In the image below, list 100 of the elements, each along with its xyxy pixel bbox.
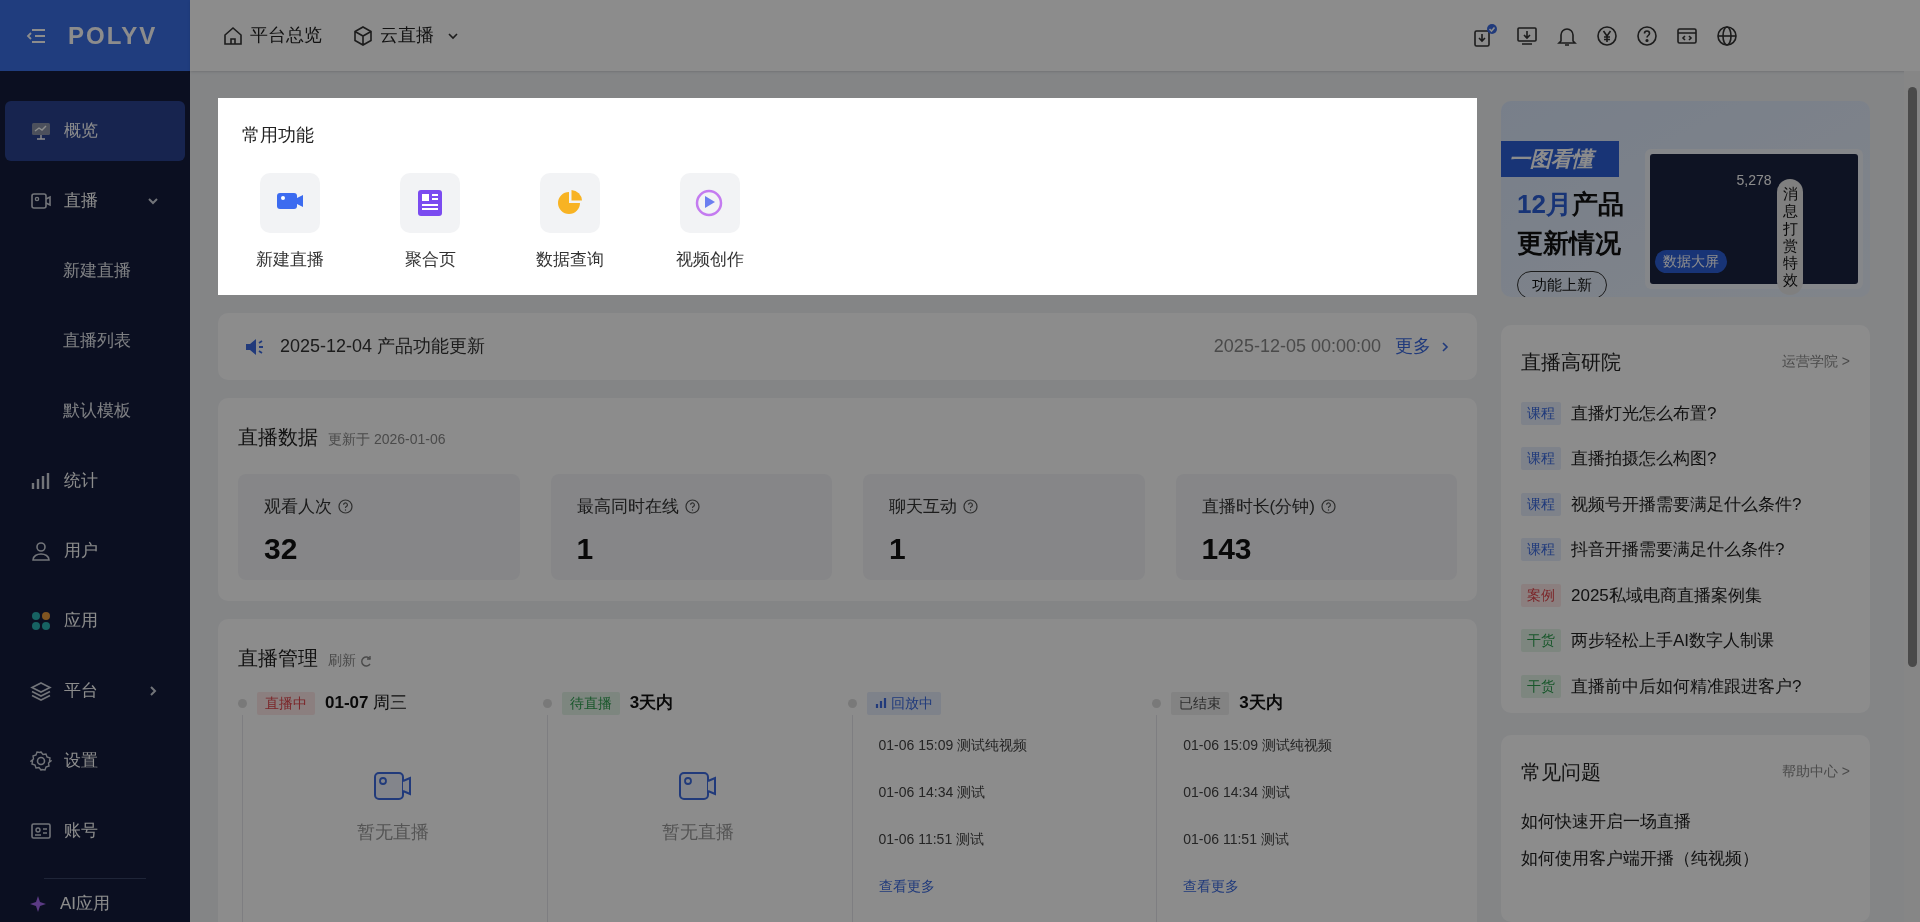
quick-action[interactable]: 聚合页 [382,173,478,273]
help-icon[interactable] [1636,24,1658,47]
live-record[interactable]: 01-06 14:34 测试 [1183,782,1457,803]
help-icon [963,499,978,515]
sidebar-item[interactable]: 账号 [5,801,185,861]
stat-value: 32 [264,530,299,567]
home-icon [222,24,244,47]
article-link[interactable]: 2025私域电商直播案例集 [1571,582,1762,609]
column-heading: 01-07 周三 [325,692,408,715]
sidebar-item[interactable]: 平台 [5,661,185,721]
sidebar-item[interactable]: 直播 [5,171,185,231]
sidebar-subitem[interactable]: 默认模板 [5,381,185,441]
live-record[interactable]: 01-06 14:34 测试 [878,782,1153,803]
article-link[interactable]: 直播前中后如何精准跟进客户? [1571,673,1802,700]
article-link[interactable]: 视频号开播需要满足什么条件? [1571,491,1802,518]
menu-icon[interactable] [26,27,46,44]
column-heading: 3天内 [629,692,674,715]
category-tag: 课程 [1521,492,1561,516]
sidebar-item[interactable]: AI应用 [60,890,111,916]
category-tag: 干货 [1521,674,1561,698]
help-icon [338,499,353,515]
update-time: 更新于 2026-01-06 [328,430,446,449]
stat-label: 聊天互动 [889,496,957,518]
stat-label: 最高同时在线 [576,496,679,518]
bar-chart-icon [874,697,887,709]
sidebar-item[interactable]: 用户 [5,521,185,581]
stat-value: 143 [1201,530,1253,567]
article-link[interactable]: 直播灯光怎么布置? [1571,400,1717,427]
globe-icon[interactable] [1716,24,1738,47]
sidebar-item[interactable]: 统计 [5,451,185,511]
banner-ribbon: 一图看懂 [1501,141,1619,177]
live-record[interactable]: 01-06 11:51 测试 [878,829,1153,850]
help-icon [684,499,700,515]
screen-value: 5,278 [1736,171,1772,190]
empty-state-text: 暂无直播 [661,821,734,844]
faq-link[interactable]: 如何快速开启一场直播 [1521,808,1850,835]
screen-badge: 数据大屏 [1655,250,1727,273]
chevron-right-icon [1439,340,1451,353]
article-link[interactable]: 直播拍摄怎么构图? [1571,446,1717,472]
task-check-icon[interactable] [1472,22,1498,49]
card-title: 直播数据 [238,425,318,450]
stat-value: 1 [576,530,595,567]
column-heading: 3天内 [1239,692,1283,715]
download-monitor-icon[interactable] [1516,24,1538,47]
layers-icon [30,680,52,702]
faq-link[interactable]: 如何使用客户端开播（纯视频） [1521,846,1850,872]
live-record[interactable]: 01-06 15:09 测试纯视频 [1183,735,1457,756]
help-icon [1320,499,1336,515]
card-title: 常见问题 [1521,759,1601,785]
cube-icon [352,24,374,47]
announcement-text[interactable]: 2025-12-04 产品功能更新 [280,333,486,360]
more-link[interactable]: 更多 [1395,333,1451,360]
stat-label: 观看人次 [264,496,332,518]
status-tag: 回放中 [866,691,941,715]
nav-item[interactable]: 平台总览 [222,22,322,49]
category-tag: 课程 [1521,538,1561,562]
logo: POLYV [68,20,158,51]
sidebar-item[interactable]: 概览 [5,101,185,161]
article-link[interactable]: 两步轻松上手AI数字人制课 [1571,628,1775,654]
view-more-link[interactable]: 查看更多 [1183,876,1457,897]
live-record[interactable]: 01-06 15:09 测试纯视频 [878,735,1153,756]
category-tag: 课程 [1521,401,1561,425]
apps-icon [30,610,52,632]
stat-value: 1 [889,530,907,567]
video-camera-icon [677,769,718,803]
sidebar-item[interactable]: 设置 [5,731,185,791]
nav-item[interactable]: 云直播 [352,22,460,49]
status-tag: 已结束 [1171,691,1230,715]
article-link[interactable]: 抖音开播需要满足什么条件? [1571,537,1785,563]
sidebar-subitem[interactable]: 直播列表 [5,311,185,371]
quick-action[interactable]: 视频创作 [662,173,758,273]
video-camera-icon [30,190,52,212]
user-icon [30,540,52,562]
quick-action[interactable]: 数据查询 [522,173,618,273]
sparkle-icon [30,894,48,913]
live-record[interactable]: 01-06 11:51 测试 [1183,829,1457,850]
callout-bubble: 消息打赏特效 [1777,179,1803,295]
promo-banner[interactable]: 一图看懂 12月产品 更新情况 功能上新 5,278 消息打赏特效 数据大屏 [1501,101,1870,297]
card-title: 常用功能 [242,124,315,147]
sidebar-item[interactable]: 应用 [5,591,185,651]
stat-label: 直播时长(分钟) [1201,496,1315,518]
sidebar-subitem[interactable]: 新建直播 [5,241,185,301]
card-title: 直播管理 [238,646,318,671]
monitor-chart-icon [30,120,52,142]
status-tag: 直播中 [257,691,315,715]
video-camera-icon [372,769,413,803]
yen-icon[interactable] [1596,24,1618,47]
empty-state-text: 暂无直播 [356,821,429,844]
category-tag: 干货 [1521,629,1561,653]
card-title: 直播高研院 [1521,349,1621,375]
status-tag: 待直播 [561,691,620,715]
id-card-icon [30,820,52,842]
refresh-icon [360,654,372,667]
settings-icon [30,750,52,772]
banner-subheadline: 更新情况 [1516,226,1622,260]
speaker-icon [244,336,266,357]
quick-action[interactable]: 新建直播 [242,173,338,273]
category-tag: 案例 [1521,583,1561,607]
view-more-link[interactable]: 查看更多 [878,876,1153,897]
category-tag: 课程 [1521,447,1561,471]
